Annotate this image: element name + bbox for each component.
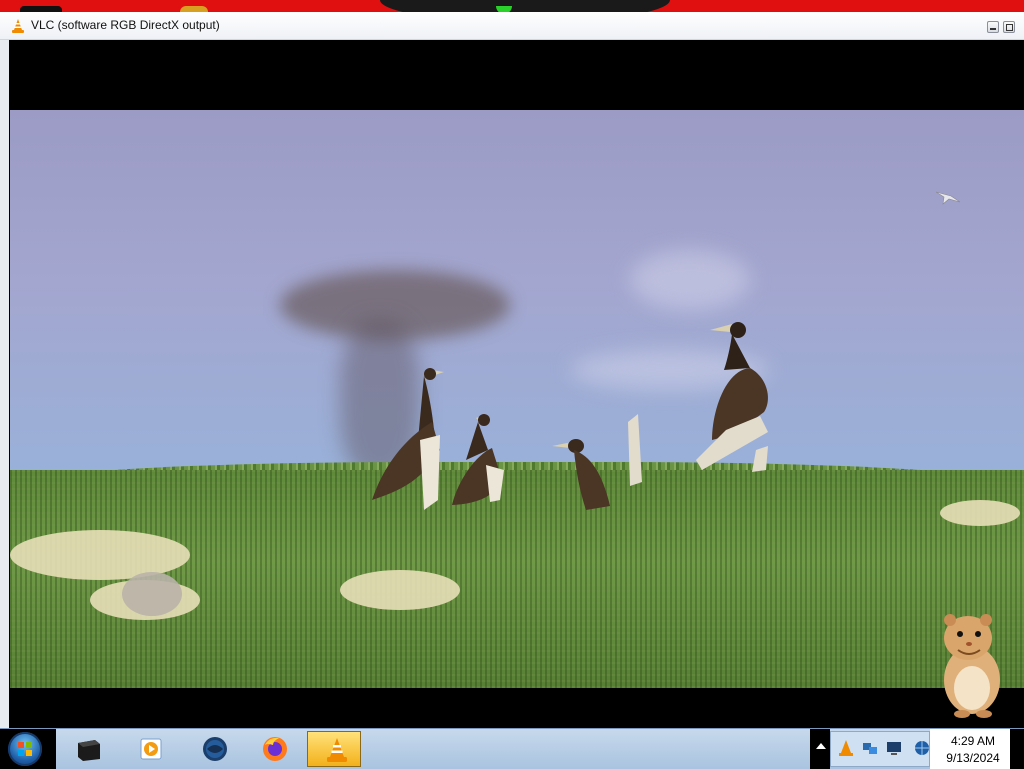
cloud: [630, 250, 750, 310]
vlc-cone-icon: [12, 19, 24, 33]
windows-start-orb-icon: [8, 732, 42, 766]
clock-time: 4:29 AM: [950, 734, 996, 748]
system-tray: 4:29 AM 9/13/2024: [810, 729, 1024, 769]
show-hidden-icons-button[interactable]: [810, 729, 830, 769]
globe-tray-icon[interactable]: [913, 739, 931, 757]
start-button[interactable]: [0, 729, 56, 769]
video-output[interactable]: [10, 110, 1024, 688]
booby-bird: [372, 368, 444, 510]
booby-bird: [452, 414, 504, 505]
vlc-window: VLC (software RGB DirectX output): [0, 12, 1024, 728]
globe-icon: [203, 737, 227, 761]
title-bar[interactable]: VLC (software RGB DirectX output): [0, 12, 1024, 40]
sand-patch: [940, 500, 1020, 526]
sand-patch: [340, 570, 460, 610]
window-title: VLC (software RGB DirectX output): [31, 18, 220, 32]
booby-bird: [552, 439, 610, 510]
taskbar-media-player-button[interactable]: [122, 731, 176, 767]
flying-bird-icon: [935, 191, 961, 205]
taskbar-globe-button[interactable]: [186, 731, 240, 767]
minimize-button[interactable]: [987, 21, 999, 33]
terminal-icon: [78, 740, 100, 761]
maximize-button[interactable]: [1003, 21, 1015, 33]
taskbar-vlc-button[interactable]: [307, 731, 361, 767]
driftwood-post: [628, 414, 642, 486]
taskbar-terminal-button[interactable]: [60, 731, 114, 767]
network-tray-icon[interactable]: [861, 739, 879, 757]
display-tray-icon[interactable]: [885, 739, 903, 757]
rock: [122, 572, 182, 616]
vlc-tray-icon[interactable]: [837, 739, 855, 757]
booby-bird-on-post: [696, 322, 768, 472]
taskbar: 4:29 AM 9/13/2024: [0, 728, 1024, 769]
firefox-icon: [263, 737, 287, 761]
window-frame-left: [0, 40, 9, 728]
sand-patch: [10, 530, 190, 580]
media-player-icon: [140, 738, 162, 760]
chevron-up-icon: [816, 743, 826, 749]
vlc-cone-icon: [327, 738, 347, 762]
show-desktop-button[interactable]: [1010, 729, 1024, 769]
hamster-desktop-pet[interactable]: [936, 610, 1008, 718]
taskbar-firefox-button[interactable]: [246, 731, 300, 767]
clock-date: 9/13/2024: [946, 751, 1000, 765]
